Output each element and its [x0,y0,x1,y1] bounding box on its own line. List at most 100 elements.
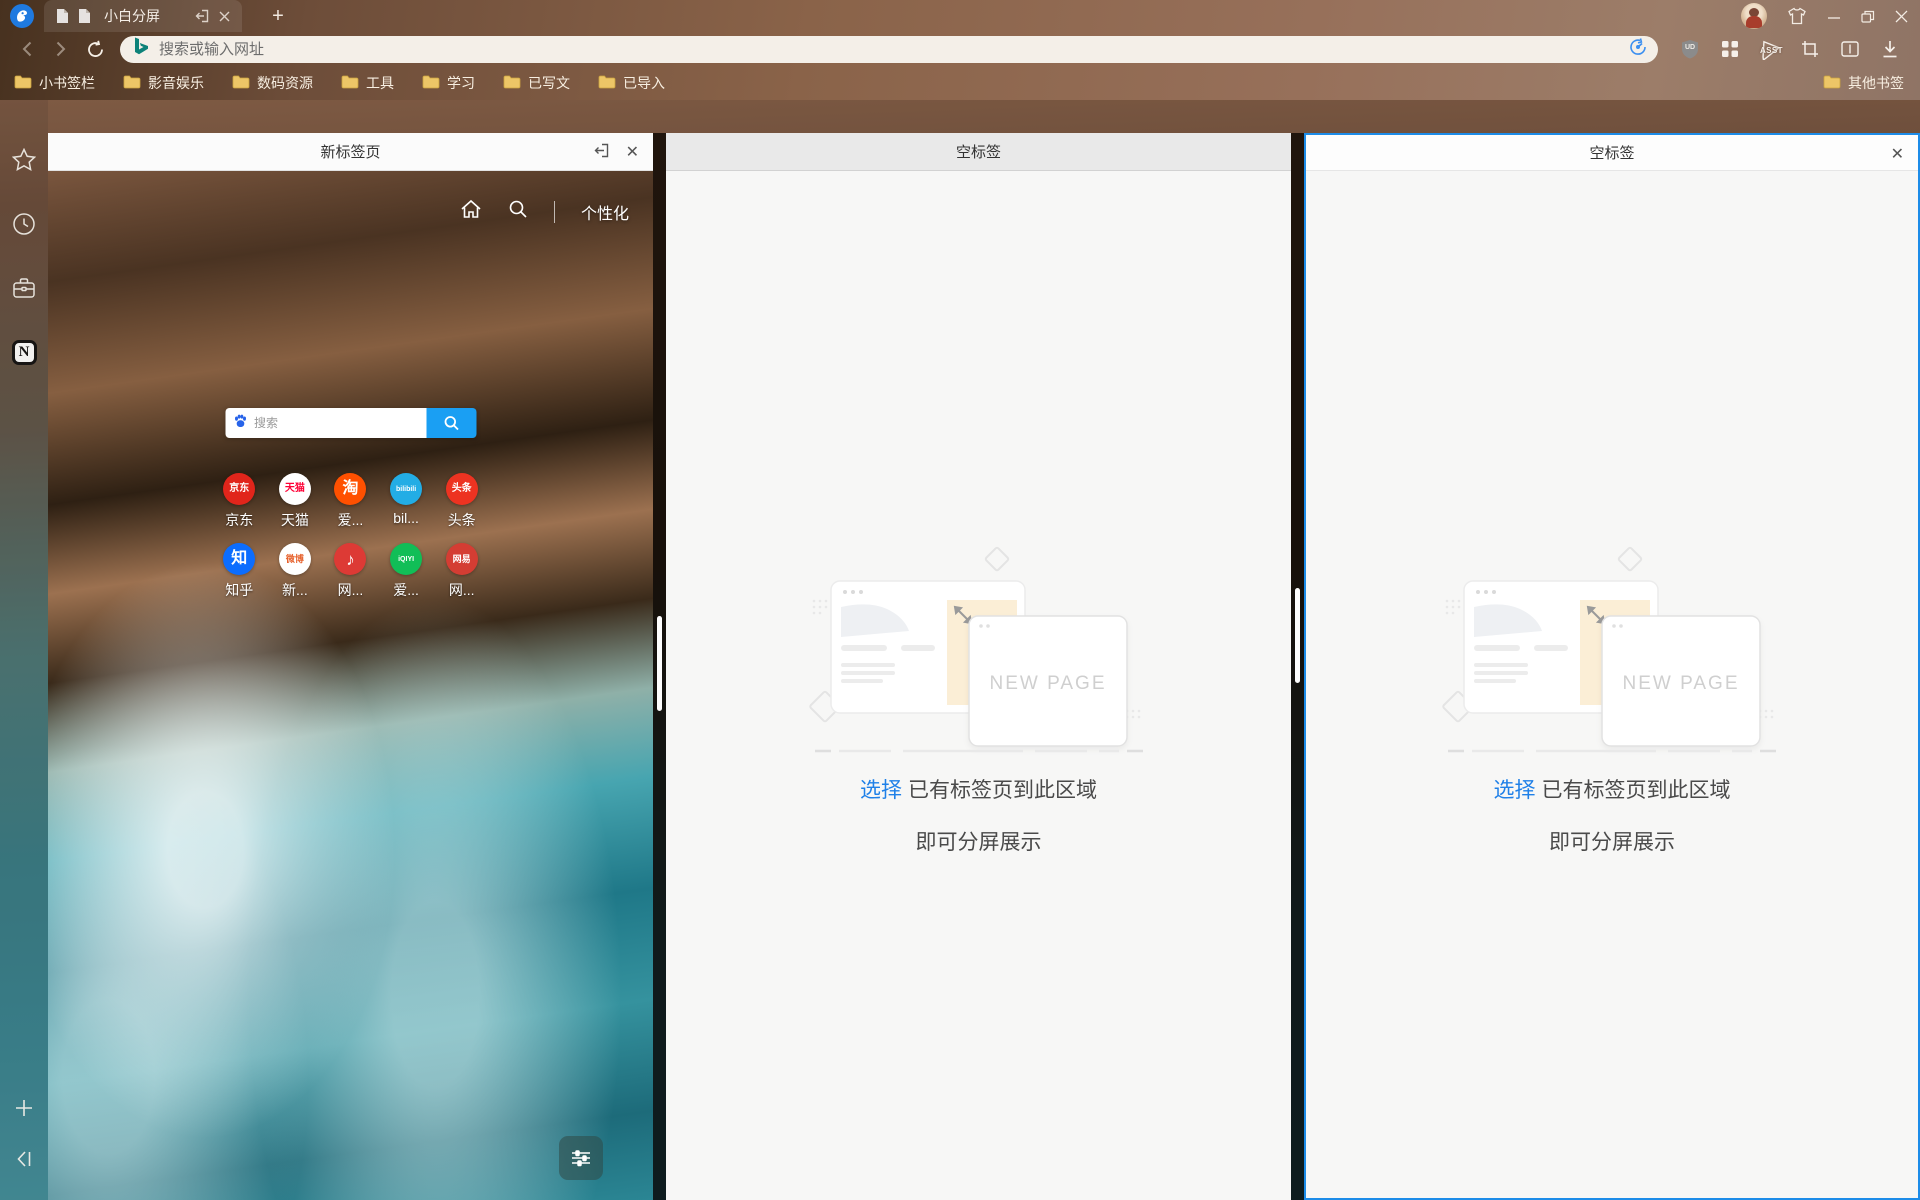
quick-link-label: 爱... [338,510,364,530]
history-clock-icon[interactable] [12,212,36,241]
divider-drag-handle[interactable] [657,616,662,711]
panel-close-icon[interactable]: ✕ [1891,144,1904,164]
acceleration-icon[interactable] [1628,37,1648,62]
bookmark-folder[interactable]: 已写文 [503,73,570,93]
quick-links-grid: 京东京东天猫天猫淘爱...bilibilibil...头条头条知知乎微博新...… [212,473,490,600]
quick-link-label: 知乎 [225,580,253,600]
favorites-star-icon[interactable] [12,148,36,176]
bookmark-folder[interactable]: 工具 [341,73,394,93]
newtab-search-input[interactable] [254,416,384,430]
quick-link[interactable]: 天猫天猫 [267,473,323,530]
quick-link[interactable]: 知知乎 [212,543,268,600]
other-bookmarks-button[interactable]: 其他书签 [1823,73,1904,93]
newtab-search-button[interactable] [426,408,476,438]
newtab-search-box[interactable] [225,408,426,438]
divider [554,201,555,223]
drop-hint-line2: 即可分屏展示 [1549,826,1675,856]
forward-button[interactable] [46,41,76,57]
bookmark-folder-label: 数码资源 [257,73,313,93]
panel-close-icon[interactable]: ✕ [626,142,639,162]
exit-split-icon[interactable] [195,9,210,23]
panel-header-empty-right: 空标签 ✕ [1306,135,1918,171]
assistant-icon[interactable]: ASST [1752,38,1788,60]
quick-link[interactable]: 京东京东 [212,473,268,530]
quick-link[interactable]: 淘爱... [323,473,379,530]
refresh-button[interactable] [80,40,110,59]
notion-icon[interactable]: N [12,340,37,365]
theme-tshirt-icon[interactable] [1787,7,1807,25]
new-tab-wallpaper: 个性化 京东京东天猫天猫淘爱...bilibilibil [48,171,653,1200]
minimize-button[interactable] [1827,10,1841,22]
search-icon[interactable] [508,199,528,224]
empty-drop-zone[interactable]: NEW PAGE 选择已有标签页到此区域 即可分屏展示 [666,171,1291,1200]
quick-link-label: 京东 [225,510,253,530]
bookmark-folder[interactable]: 已导入 [598,73,665,93]
select-link[interactable]: 选择 [1494,779,1536,802]
bookmark-folder-label: 已写文 [528,73,570,93]
quick-link-label: 网... [338,580,364,600]
panel-empty-right: 空标签 ✕ [1304,133,1920,1200]
divider-drag-handle[interactable] [1295,588,1300,683]
quick-link-label: bil... [393,510,419,526]
quick-link-icon: 头条 [446,473,478,505]
bookmark-folder[interactable]: 小书签栏 [14,73,95,93]
bookmark-folder[interactable]: 影音娱乐 [123,73,204,93]
bookmark-folder-label: 已导入 [623,73,665,93]
new-tab-button[interactable]: + [264,2,292,30]
new-page-label: NEW PAGE [1623,673,1740,694]
browser-window: 小白分屏 + [0,0,1920,1200]
quick-link[interactable]: bilibilibil... [378,473,434,530]
home-icon[interactable] [460,199,482,224]
sidebar-collapse-icon[interactable] [14,1149,34,1174]
other-bookmarks-label: 其他书签 [1848,73,1904,93]
personalize-button[interactable]: 个性化 [581,200,629,224]
address-input[interactable] [159,41,1628,58]
quick-link-icon: 网易 [446,543,478,575]
select-link[interactable]: 选择 [860,779,902,802]
folder-icon [14,75,32,92]
quick-link[interactable]: ♪网... [323,543,379,600]
adblock-shield-icon[interactable]: UD [1672,39,1708,59]
panel-title: 新标签页 [320,141,380,162]
bookmark-folder[interactable]: 学习 [422,73,475,93]
bookmark-folder-label: 工具 [366,73,394,93]
quick-link-label: 爱... [393,580,419,600]
sidebar-add-icon[interactable] [14,1098,34,1123]
bookmark-folder-label: 影音娱乐 [148,73,204,93]
quick-link-icon: 知 [223,543,255,575]
apps-grid-icon[interactable] [1712,40,1748,58]
browser-logo-icon[interactable] [10,4,34,28]
folder-icon [123,75,141,92]
page-doc-icon [78,8,91,24]
address-bar[interactable] [120,36,1658,63]
quick-link-label: 新... [282,580,308,600]
close-window-button[interactable] [1895,10,1908,23]
panel-header-empty-middle: 空标签 [666,133,1291,171]
split-screen-icon[interactable] [1832,41,1868,57]
panel-divider[interactable] [1291,133,1304,1200]
tab-close-icon[interactable] [219,11,230,22]
panel-divider[interactable] [653,133,666,1200]
newtab-search [225,408,476,438]
workspace-briefcase-icon[interactable] [12,277,36,304]
download-icon[interactable] [1872,40,1908,58]
browser-chrome: 小白分屏 + [0,0,1920,100]
screenshot-crop-icon[interactable] [1792,40,1828,58]
quick-link-label: 天猫 [281,510,309,530]
quick-link[interactable]: 微博新... [267,543,323,600]
tab-title: 小白分屏 [104,6,160,26]
quick-link[interactable]: 头条头条 [434,473,490,530]
empty-drop-zone[interactable]: NEW PAGE 选择已有标签页到此区域 即可分屏展示 [1306,171,1918,1198]
wallpaper-settings-button[interactable] [559,1136,603,1180]
folder-icon [422,75,440,92]
quick-link[interactable]: iQIYI爱... [378,543,434,600]
user-avatar[interactable] [1741,3,1767,29]
quick-link[interactable]: 网易网... [434,543,490,600]
titlebar: 小白分屏 + [0,0,1920,32]
bookmark-folder[interactable]: 数码资源 [232,73,313,93]
panel-new-tab: 新标签页 ✕ [48,133,653,1200]
restore-button[interactable] [1861,10,1875,23]
tab-xiaobai-split[interactable]: 小白分屏 [44,0,242,32]
back-button[interactable] [12,41,42,57]
exit-split-icon[interactable] [594,143,610,162]
